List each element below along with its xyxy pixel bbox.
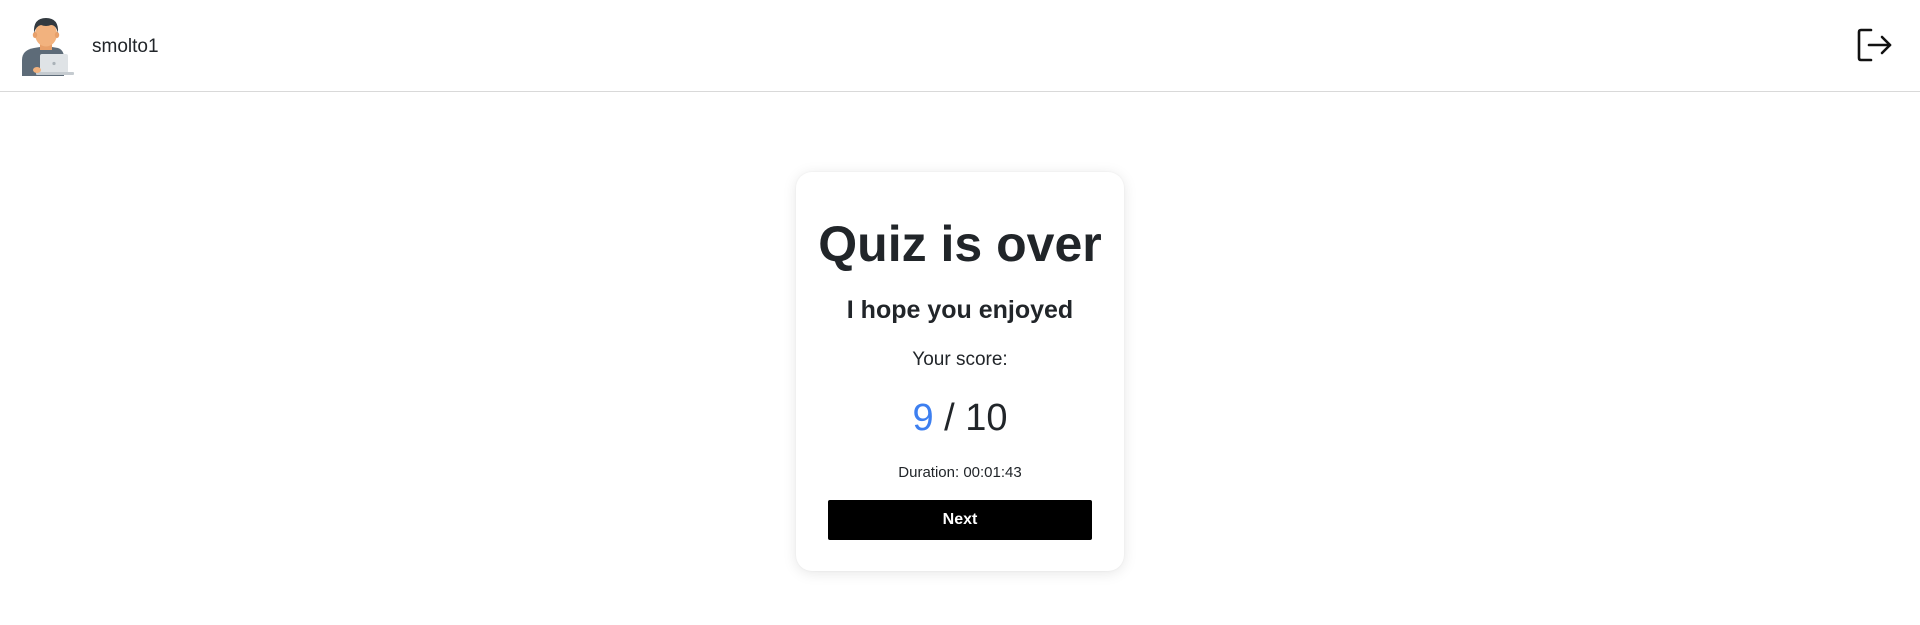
quiz-result-card: Quiz is over I hope you enjoyed Your sco… (796, 172, 1124, 571)
result-subtitle: I hope you enjoyed (846, 296, 1074, 324)
top-bar: smolto1 (0, 0, 1920, 92)
score-total: 10 (965, 397, 1008, 439)
score-separator: / (933, 397, 966, 439)
username-label: smolto1 (92, 36, 159, 57)
result-title: Quiz is over (818, 216, 1102, 272)
logout-button[interactable] (1856, 27, 1894, 63)
score-label: Your score: (912, 349, 1008, 370)
user-avatar[interactable] (18, 14, 74, 76)
score-value: 9 (912, 397, 934, 439)
duration-label: Duration: 00:01:43 (898, 464, 1022, 481)
user-with-laptop-icon (22, 18, 74, 76)
logout-icon (1857, 28, 1892, 62)
next-button[interactable]: Next (828, 500, 1092, 540)
score-display: 9 / 10 (796, 395, 1124, 441)
